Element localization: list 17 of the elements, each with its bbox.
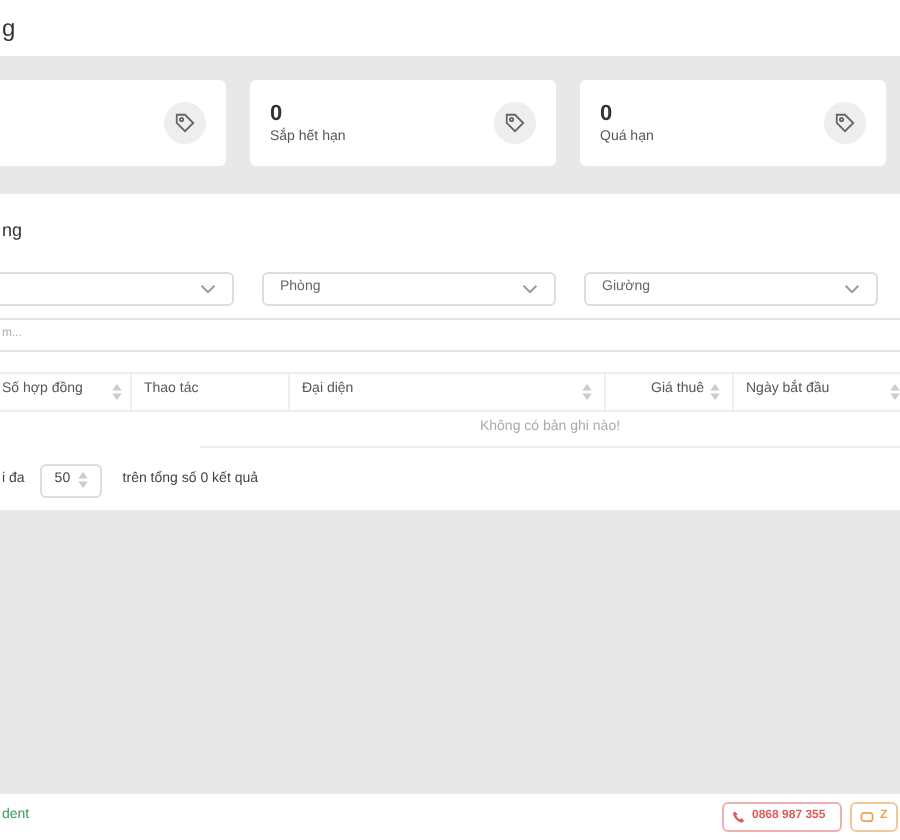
tag-icon <box>824 102 866 144</box>
stat-value: 0 <box>600 99 615 127</box>
sort-icon <box>582 383 592 399</box>
page-title: g <box>2 12 16 46</box>
tag-icon <box>164 102 206 144</box>
section-title: ng <box>2 218 23 244</box>
sort-icon <box>112 383 122 399</box>
select-field[interactable] <box>0 271 234 305</box>
stat-value: 0 <box>270 99 285 127</box>
chevron-icon <box>200 283 216 293</box>
sort-icon <box>890 383 900 399</box>
sort-icon <box>78 472 89 488</box>
tag-icon <box>494 102 536 144</box>
sort-icon <box>710 383 720 399</box>
chevron-icon <box>522 283 538 293</box>
chevron-icon <box>844 283 860 293</box>
phone-icon <box>732 810 746 824</box>
